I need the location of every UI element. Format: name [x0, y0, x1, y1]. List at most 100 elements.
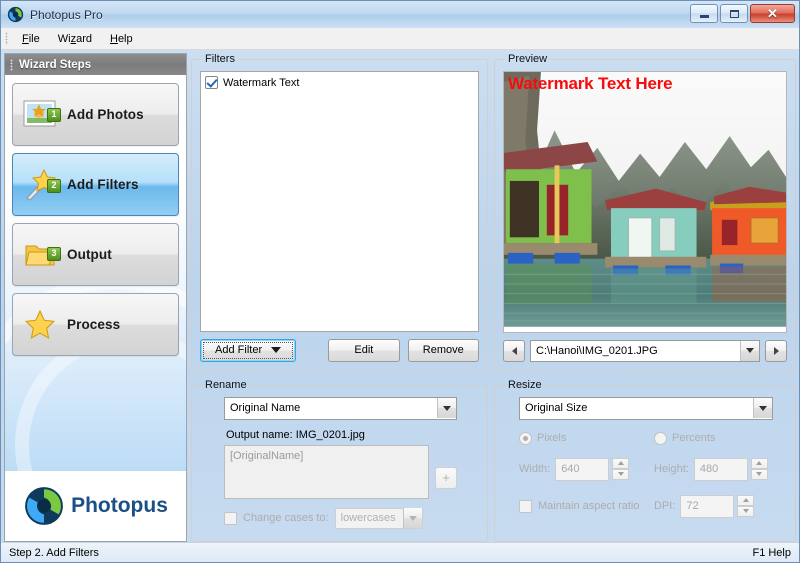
output-name-row: Output name: IMG_0201.jpg: [226, 429, 457, 441]
filters-list[interactable]: Watermark Text: [200, 71, 479, 332]
photopus-logo-icon: [23, 485, 65, 527]
dpi-spin-buttons[interactable]: [737, 495, 754, 518]
sidebar-item-process[interactable]: Process: [12, 293, 179, 356]
sidebar-item-label: Add Photos: [67, 107, 144, 122]
edit-filter-label: Edit: [354, 344, 373, 356]
maintain-aspect-ratio-group[interactable]: Maintain aspect ratio: [519, 500, 654, 513]
sidebar-item-label: Process: [67, 317, 120, 332]
wizard-steps-title: Wizard Steps: [19, 59, 91, 71]
width-stepper[interactable]: 640: [555, 458, 629, 481]
arrow-left-icon: [512, 347, 517, 355]
dpi-group: DPI: 72: [654, 495, 773, 518]
sidebar-item-add-photos[interactable]: 1 Add Photos: [12, 83, 179, 146]
photo-icon: 1: [13, 100, 67, 130]
preview-navigation: C:\Hanoi\IMG_0201.JPG: [503, 340, 787, 362]
maximize-icon: [730, 10, 739, 18]
sidebar-item-add-filters[interactable]: 2 Add Filters: [12, 153, 179, 216]
resize-mode-combo[interactable]: Original Size: [519, 397, 773, 420]
edit-filter-button[interactable]: Edit: [328, 339, 399, 362]
spin-up-icon[interactable]: [612, 458, 629, 469]
spin-down-icon[interactable]: [737, 506, 754, 517]
sidebar-grip-icon: [10, 59, 13, 71]
chevron-down-icon: [271, 347, 281, 353]
photopus-logo-icon: [7, 6, 24, 23]
add-filter-label: Add Filter: [215, 344, 262, 356]
preview-legend: Preview: [505, 53, 550, 65]
rename-pattern-input[interactable]: [OriginalName]: [224, 445, 429, 499]
change-cases-label: Change cases to:: [243, 512, 329, 524]
previous-image-button[interactable]: [503, 340, 525, 362]
radio-pixels[interactable]: Pixels: [519, 432, 654, 445]
add-token-button[interactable]: +: [435, 467, 457, 489]
maximize-button[interactable]: [720, 4, 748, 23]
width-input[interactable]: 640: [555, 458, 609, 481]
sidebar-item-output[interactable]: 3 Output: [12, 223, 179, 286]
case-option-combo[interactable]: lowercases: [335, 508, 423, 529]
resize-legend: Resize: [505, 379, 545, 391]
photopus-brand: Photopus: [5, 471, 186, 541]
radio-percents-label: Percents: [672, 432, 715, 444]
dpi-label: DPI:: [654, 500, 675, 512]
step-badge: 2: [47, 179, 61, 193]
next-image-button[interactable]: [765, 340, 787, 362]
spin-up-icon[interactable]: [751, 458, 768, 469]
application-window: Photopus Pro ✕ File Wizard Help Wizard S…: [0, 0, 800, 563]
rename-panel: Rename Original Name Output name: IMG_02…: [191, 379, 488, 542]
minimize-icon: [700, 15, 709, 18]
chevron-down-icon[interactable]: [753, 398, 772, 418]
maintain-aspect-ratio-label: Maintain aspect ratio: [538, 500, 640, 512]
radio-pixels-label: Pixels: [537, 432, 566, 444]
height-spin-buttons[interactable]: [751, 458, 768, 481]
menu-bar: File Wizard Help: [1, 28, 799, 50]
chevron-down-icon[interactable]: [437, 398, 456, 418]
main-body: Wizard Steps 1: [1, 50, 799, 542]
add-filter-button[interactable]: Add Filter: [200, 339, 296, 362]
change-cases-checkbox[interactable]: [224, 512, 237, 525]
sidebar-item-label: Add Filters: [67, 177, 139, 192]
folder-icon: 3: [13, 241, 67, 269]
photopus-brand-text: Photopus: [71, 494, 168, 518]
close-button[interactable]: ✕: [750, 4, 795, 23]
output-name-label: Output name:: [226, 429, 293, 441]
height-stepper[interactable]: 480: [694, 458, 768, 481]
case-option-value: lowercases: [341, 512, 396, 524]
chevron-down-icon[interactable]: [740, 341, 759, 361]
sidebar-item-label: Output: [67, 247, 112, 262]
rename-mode-combo[interactable]: Original Name: [224, 397, 457, 420]
radio-pixels-indicator[interactable]: [519, 432, 532, 445]
dpi-stepper[interactable]: 72: [680, 495, 754, 518]
menu-grip-icon: [5, 32, 8, 45]
spin-down-icon[interactable]: [751, 469, 768, 480]
filter-checkbox[interactable]: [205, 76, 218, 89]
star-icon: [13, 309, 67, 341]
preview-panel: Preview Watermark Text Here: [494, 53, 796, 371]
rename-mode-value: Original Name: [230, 402, 300, 414]
dpi-input[interactable]: 72: [680, 495, 734, 518]
width-spin-buttons[interactable]: [612, 458, 629, 481]
maintain-aspect-ratio-checkbox[interactable]: [519, 500, 532, 513]
radio-percents[interactable]: Percents: [654, 432, 715, 445]
filters-legend: Filters: [202, 53, 238, 65]
filter-label: Watermark Text: [223, 77, 299, 89]
resize-panel: Resize Original Size Pixels: [494, 379, 796, 542]
file-path-combo[interactable]: C:\Hanoi\IMG_0201.JPG: [530, 340, 760, 362]
remove-filter-label: Remove: [423, 344, 464, 356]
menu-item-help[interactable]: Help: [102, 31, 141, 47]
arrow-right-icon: [774, 347, 779, 355]
radio-percents-indicator[interactable]: [654, 432, 667, 445]
chevron-down-icon[interactable]: [403, 508, 422, 528]
list-item[interactable]: Watermark Text: [205, 76, 474, 89]
minimize-button[interactable]: [690, 4, 718, 23]
height-input[interactable]: 480: [694, 458, 748, 481]
remove-filter-button[interactable]: Remove: [408, 339, 479, 362]
menu-item-file[interactable]: File: [14, 31, 48, 47]
height-group: Height: 480: [654, 458, 773, 481]
menu-item-wizard[interactable]: Wizard: [50, 31, 100, 47]
bottom-panels: Rename Original Name Output name: IMG_02…: [191, 379, 796, 542]
spin-down-icon[interactable]: [612, 469, 629, 480]
resize-mode-value: Original Size: [525, 402, 587, 414]
step-badge: 1: [47, 108, 61, 122]
resize-last-row: Maintain aspect ratio DPI: 72: [519, 495, 773, 518]
spin-up-icon[interactable]: [737, 495, 754, 506]
step-badge: 3: [47, 247, 61, 261]
